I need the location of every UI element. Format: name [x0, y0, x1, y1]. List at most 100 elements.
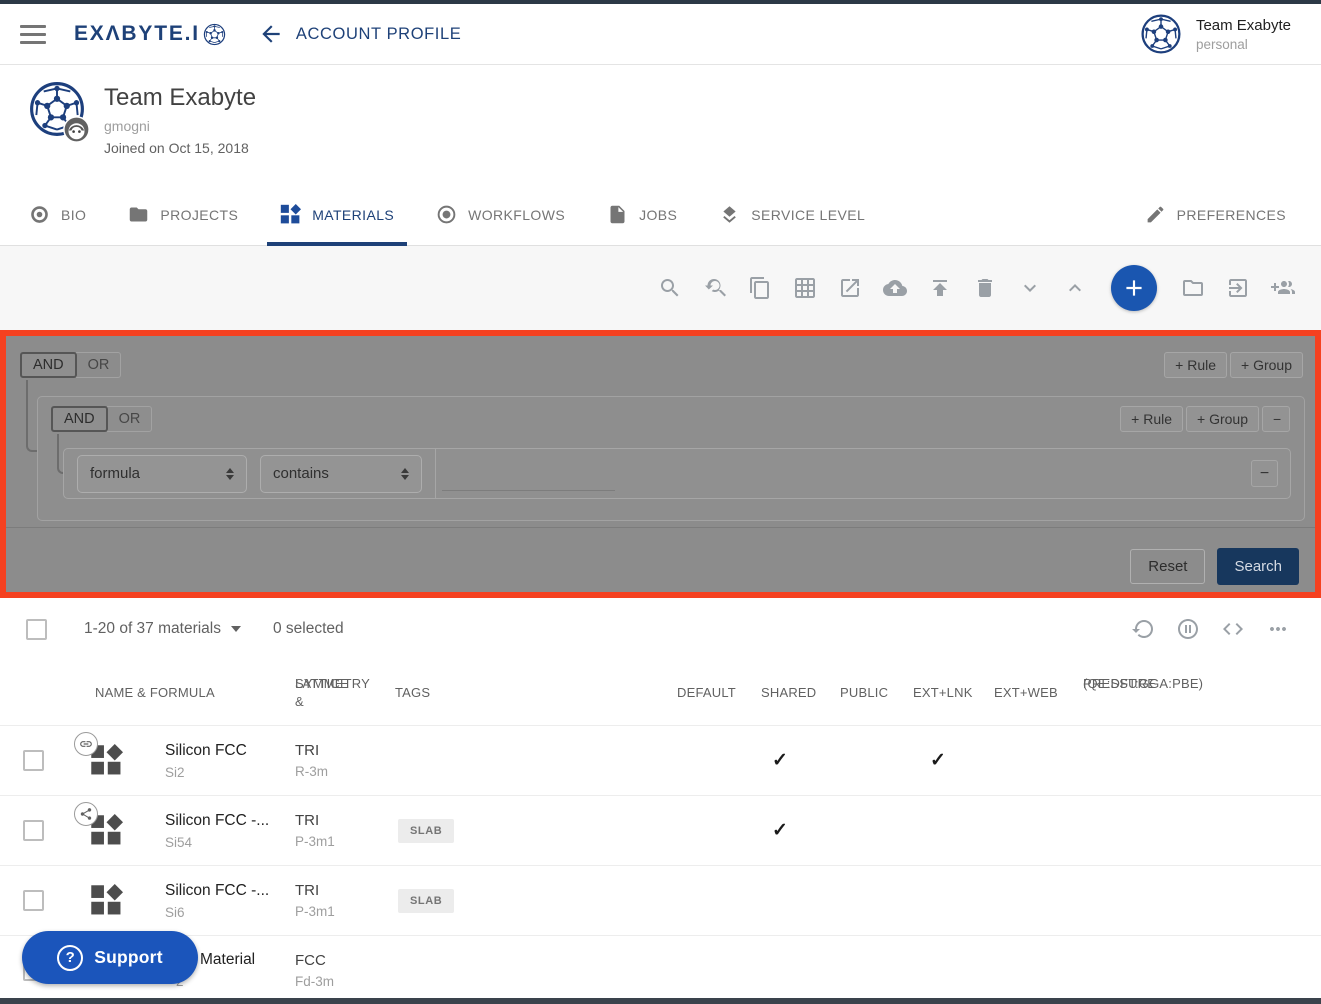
materials-icon: [280, 204, 301, 225]
code-icon[interactable]: [1221, 617, 1245, 641]
material-icon: [60, 744, 140, 777]
search-button[interactable]: Search: [1217, 548, 1299, 585]
window-top-edge: [0, 0, 1321, 4]
material-formula: Si54: [165, 835, 270, 850]
group-add-icon[interactable]: [1271, 276, 1295, 300]
caret-down-icon: [231, 626, 241, 632]
tab-projects[interactable]: PROJECTS: [107, 184, 259, 245]
account-type: personal: [1196, 37, 1291, 52]
folder-icon: [128, 204, 149, 225]
materials-count-dropdown[interactable]: 1-20 of 37 materials: [84, 620, 241, 638]
lattice-type: TRI: [295, 812, 370, 829]
back-arrow-icon[interactable]: [258, 21, 284, 47]
check-icon: ✓: [772, 750, 788, 771]
outer-group-conjunction: AND OR: [20, 352, 121, 378]
rule-field-select[interactable]: formula: [77, 455, 247, 493]
materials-toolbar: [0, 246, 1321, 330]
row-checkbox[interactable]: [23, 890, 44, 911]
cloud-upload-icon[interactable]: [883, 276, 907, 300]
tab-bio[interactable]: BIO: [8, 184, 107, 245]
symmetry-group: P-3m1: [295, 904, 370, 919]
row-checkbox[interactable]: [23, 750, 44, 771]
material-name: Silicon FCC: [165, 742, 270, 760]
material-icon: [60, 884, 140, 917]
col-tags: TAGS: [395, 684, 430, 702]
material-name: Silicon FCC -...: [165, 882, 270, 900]
tag-chip: SLAB: [398, 889, 454, 913]
link-badge: [74, 732, 98, 756]
select-all-checkbox[interactable]: [26, 619, 47, 640]
search-again-icon[interactable]: [703, 276, 727, 300]
tab-workflows[interactable]: WORKFLOWS: [415, 184, 586, 245]
outer-add-rule-button[interactable]: + Rule: [1164, 352, 1227, 378]
menu-icon[interactable]: [20, 25, 46, 44]
eye-icon: [29, 204, 50, 225]
materials-range: 1-20 of 37 materials: [84, 620, 221, 638]
inner-and-button[interactable]: AND: [51, 406, 108, 432]
table-row[interactable]: Silicon FCC -... Si54 TRI P-3m1 SLAB ✓: [0, 795, 1321, 865]
workflow-icon: [436, 204, 457, 225]
add-material-button[interactable]: [1111, 265, 1157, 311]
app-bar: EXΛBYTE.I ACCOUNT PROFILE Team Exabyte p…: [0, 4, 1321, 65]
symmetry-group: Fd-3m: [295, 974, 370, 989]
file-icon: [607, 204, 628, 225]
search-icon[interactable]: [658, 276, 682, 300]
remove-rule-button[interactable]: −: [1251, 460, 1278, 487]
table-row[interactable]: Silicon FCC -... Si6 TRI P-3m1 SLAB: [0, 865, 1321, 935]
outer-add-group-button[interactable]: + Group: [1230, 352, 1303, 378]
refresh-icon[interactable]: [1131, 617, 1155, 641]
account-avatar: [1140, 13, 1182, 55]
col-default: DEFAULT: [677, 684, 736, 702]
window-bottom-edge: [0, 998, 1321, 1004]
service-level-icon: [719, 204, 740, 225]
chevron-down-icon[interactable]: [1018, 276, 1042, 300]
nested-rule-group: AND OR + Rule + Group − formula contains: [37, 396, 1305, 521]
pause-icon[interactable]: [1176, 617, 1200, 641]
rule-operator-select[interactable]: contains: [260, 455, 422, 493]
material-formula: Si2: [165, 765, 270, 780]
account-menu[interactable]: Team Exabyte personal: [1140, 13, 1291, 55]
delete-icon[interactable]: [973, 276, 997, 300]
inner-add-group-button[interactable]: + Group: [1186, 406, 1259, 432]
more-icon[interactable]: [1266, 617, 1290, 641]
filter-rule-row: formula contains −: [63, 448, 1291, 499]
check-icon: ✓: [772, 820, 788, 841]
select-arrows-icon: [226, 468, 234, 480]
support-button[interactable]: ? Support: [22, 931, 198, 984]
row-checkbox[interactable]: [23, 820, 44, 841]
inner-remove-group-button[interactable]: −: [1262, 406, 1290, 432]
grid-icon[interactable]: [793, 276, 817, 300]
inner-or-button[interactable]: OR: [107, 406, 153, 432]
list-action-icons: [1131, 617, 1321, 641]
exabyte-logo[interactable]: EXΛBYTE.I: [74, 22, 226, 46]
folder-icon[interactable]: [1181, 276, 1205, 300]
lattice-type: TRI: [295, 882, 370, 899]
inner-add-rule-button[interactable]: + Rule: [1120, 406, 1183, 432]
share-badge: [74, 802, 98, 826]
open-in-new-icon[interactable]: [838, 276, 862, 300]
annotation-highlight-query-builder: AND OR + Rule + Group AND OR + Rule + Gr…: [0, 330, 1321, 598]
outer-and-button[interactable]: AND: [20, 352, 77, 378]
reset-button[interactable]: Reset: [1130, 549, 1205, 584]
upload-icon[interactable]: [928, 276, 952, 300]
copy-icon[interactable]: [748, 276, 772, 300]
lattice-type: FCC: [295, 952, 370, 969]
tab-preferences[interactable]: PREFERENCES: [1124, 184, 1307, 245]
tab-materials[interactable]: MATERIALS: [259, 184, 415, 245]
table-row[interactable]: Silicon FCC Si2 TRI R-3m ✓ ✓: [0, 725, 1321, 795]
symmetry-group: P-3m1: [295, 834, 370, 849]
rule-value-input[interactable]: [442, 461, 615, 491]
pencil-icon: [1145, 204, 1166, 225]
account-name: Team Exabyte: [1196, 17, 1291, 34]
chevron-up-icon[interactable]: [1063, 276, 1087, 300]
tab-service-level[interactable]: SERVICE LEVEL: [698, 184, 886, 245]
col-shared: SHARED: [761, 684, 816, 702]
outer-or-button[interactable]: OR: [76, 352, 122, 378]
profile-joined-date: Joined on Oct 15, 2018: [104, 140, 249, 156]
question-icon: ?: [57, 945, 83, 971]
logo-text: EXΛBYTE.I: [74, 22, 200, 46]
import-icon[interactable]: [1226, 276, 1250, 300]
tab-jobs[interactable]: JOBS: [586, 184, 698, 245]
table-row[interactable]: Material 2 FCC Fd-3m: [0, 935, 1321, 1004]
select-arrows-icon: [401, 468, 409, 480]
